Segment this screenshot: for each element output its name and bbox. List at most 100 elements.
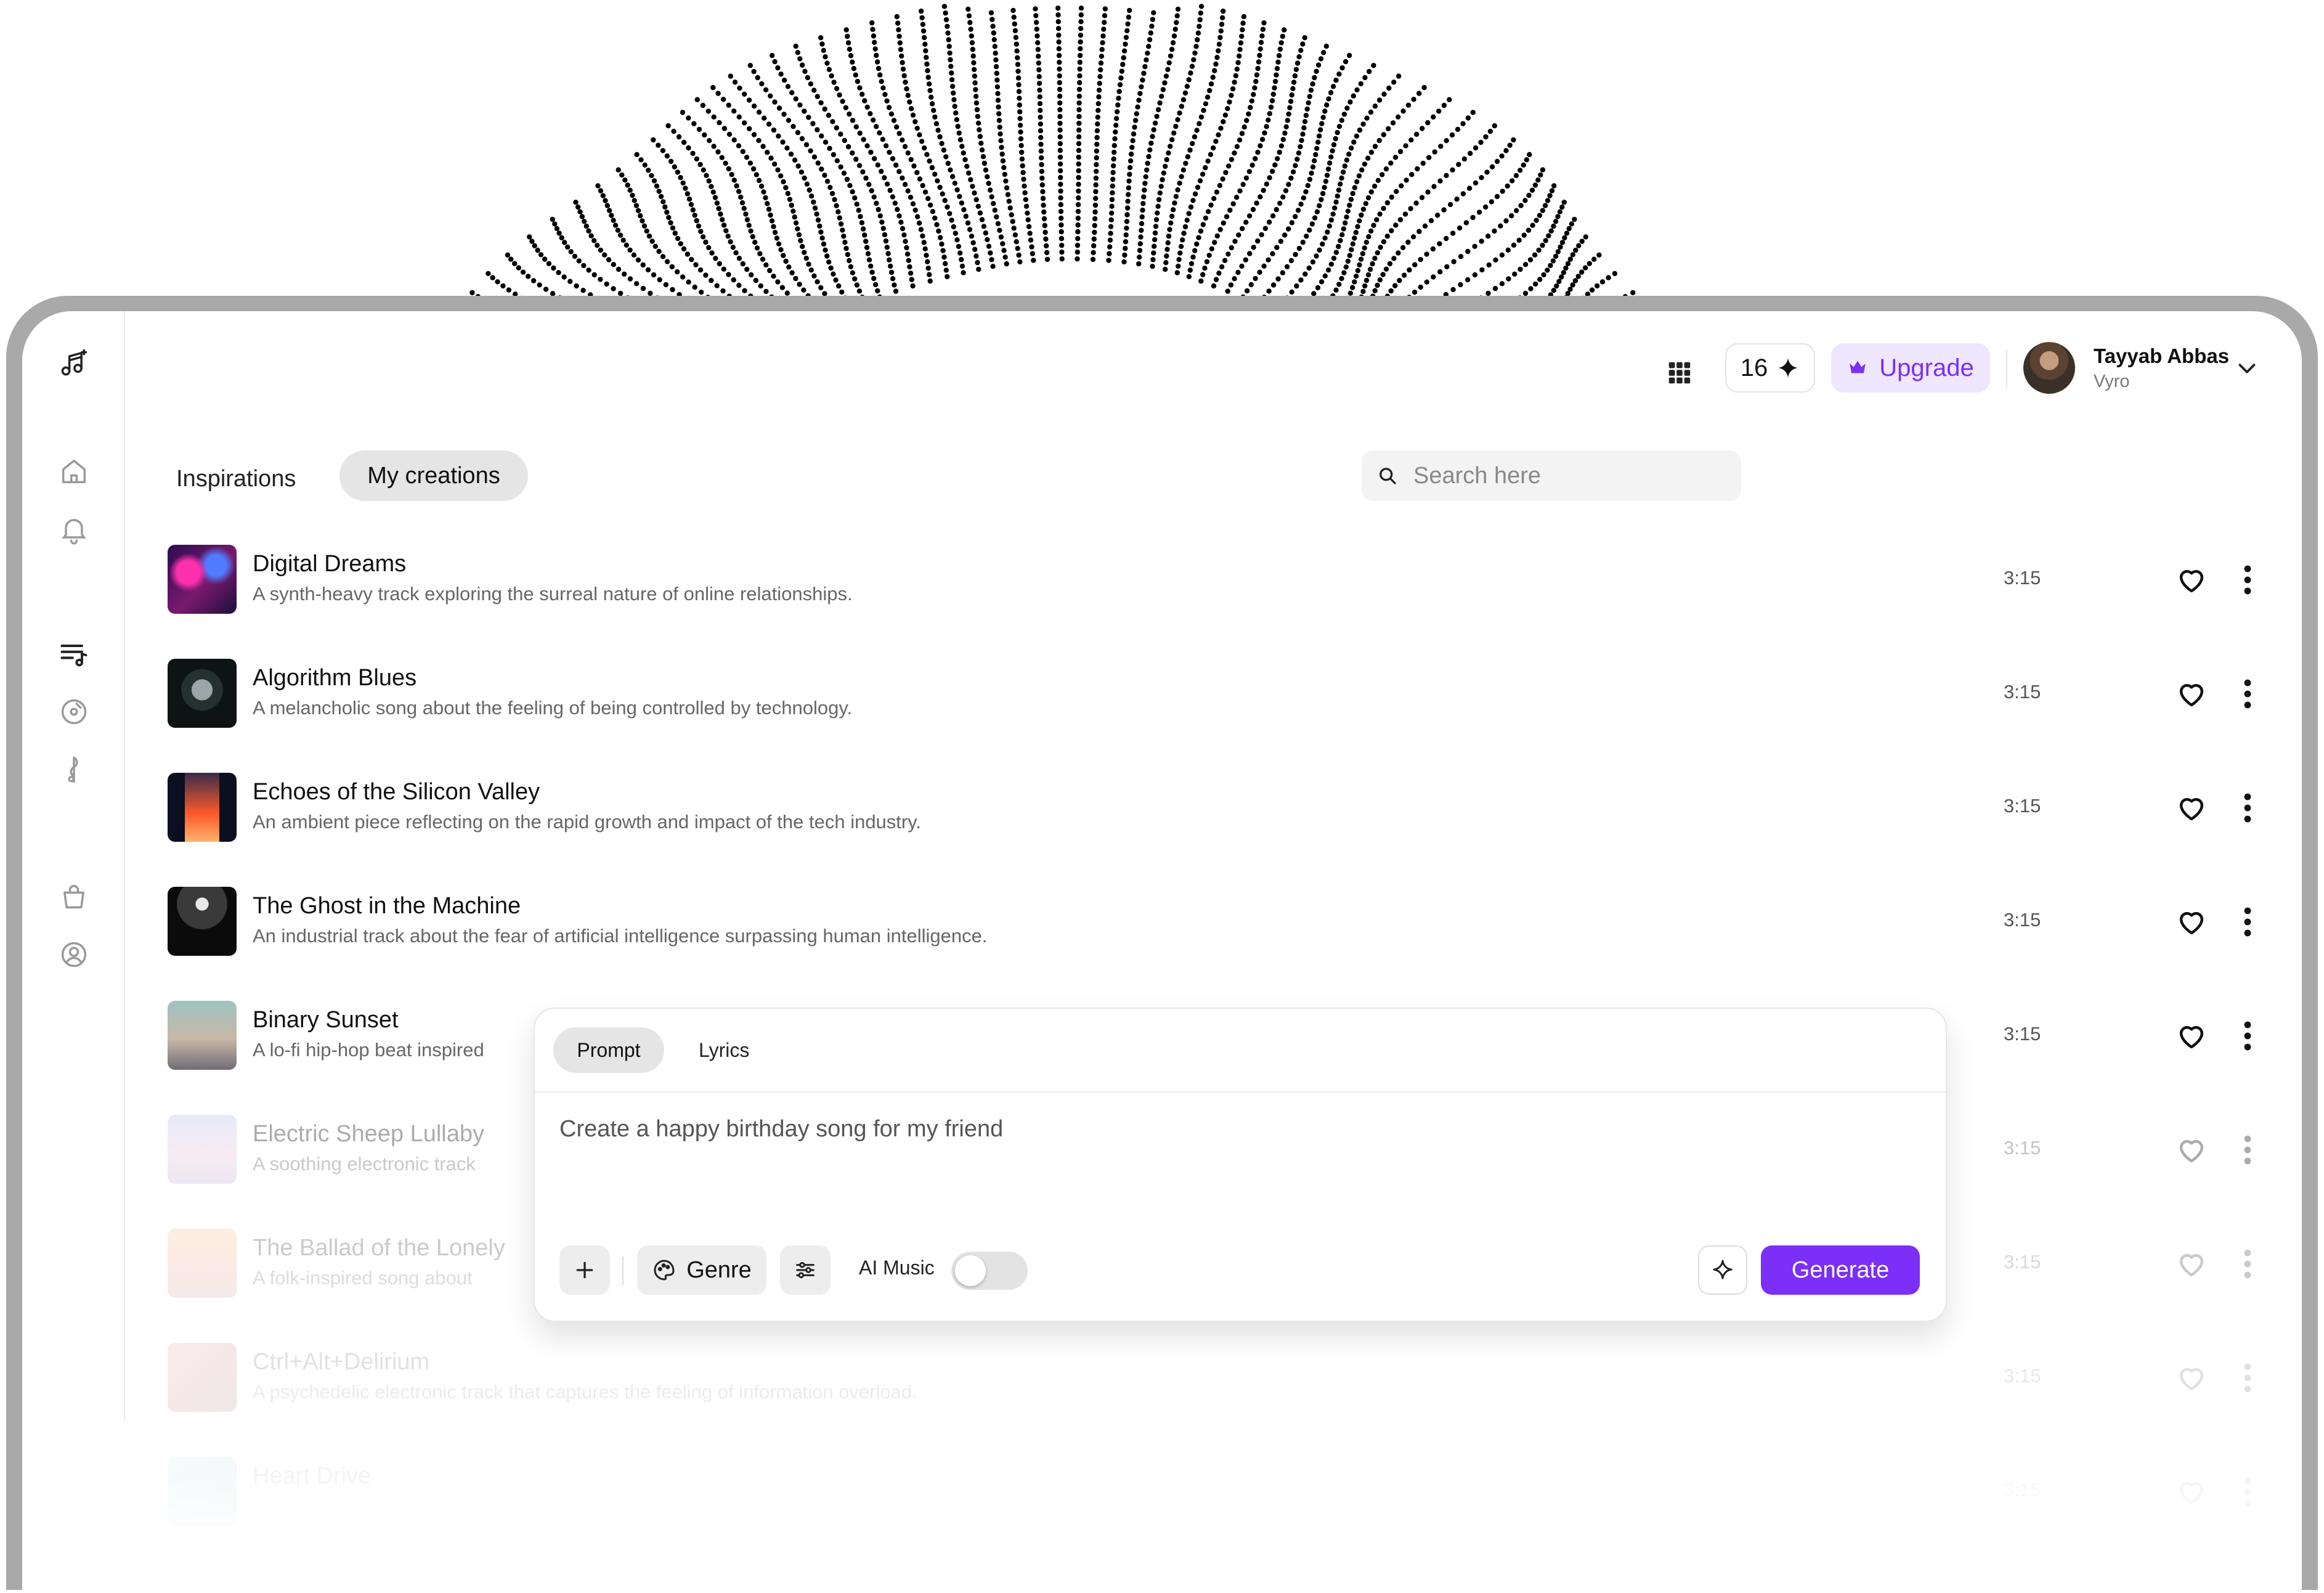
song-title: Binary Sunset <box>253 1007 399 1033</box>
apps-grid-icon[interactable] <box>1661 354 1698 391</box>
prompt-composer: Prompt Lyrics Create a happy birthday so… <box>534 1008 1947 1322</box>
heart-icon[interactable] <box>2175 791 2208 825</box>
header-divider <box>2006 349 2007 388</box>
song-duration: 3:15 <box>2004 909 2041 931</box>
song-description: A synth-heavy track exploring the surrea… <box>253 583 853 605</box>
more-vertical-icon[interactable] <box>2235 1247 2260 1281</box>
app-window: 16 Upgrade Tayyab Abbas Vyro Inspiration… <box>22 311 2302 1593</box>
chevron-down-icon[interactable] <box>2233 354 2261 383</box>
song-cover <box>168 773 237 842</box>
more-vertical-icon[interactable] <box>2235 563 2260 597</box>
search-input[interactable] <box>1412 462 1710 490</box>
tab-lyrics[interactable]: Lyrics <box>699 1027 749 1073</box>
heart-icon[interactable] <box>2175 1133 2208 1167</box>
song-cover <box>168 545 237 614</box>
sparkle-icon <box>1778 358 1798 378</box>
credits-value: 16 <box>1740 354 1768 381</box>
composer-divider <box>535 1091 1946 1093</box>
heart-icon[interactable] <box>2175 1247 2208 1281</box>
song-cover <box>168 1343 237 1412</box>
sidebar <box>22 311 125 1420</box>
song-description: A psychedelic electronic track that capt… <box>253 1381 917 1403</box>
song-description: A soothing electronic track <box>253 1153 476 1175</box>
heart-icon[interactable] <box>2175 1361 2208 1395</box>
credits-counter[interactable]: 16 <box>1725 343 1815 393</box>
tab-prompt[interactable]: Prompt <box>553 1027 664 1073</box>
heart-icon[interactable] <box>2175 563 2208 597</box>
heart-icon[interactable] <box>2175 1019 2208 1053</box>
song-duration: 3:15 <box>2004 795 2041 817</box>
song-title: The Ghost in the Machine <box>253 893 521 919</box>
more-vertical-icon[interactable] <box>2235 677 2260 711</box>
home-icon[interactable] <box>54 452 94 491</box>
bell-icon[interactable] <box>54 510 94 549</box>
song-title: Algorithm Blues <box>253 665 417 691</box>
search-icon <box>1379 468 1396 484</box>
song-description: A folk-inspired song about <box>253 1267 473 1289</box>
dotted-globe-illustration <box>469 4 1636 314</box>
song-title: Echoes of the Silicon Valley <box>253 779 540 805</box>
song-duration: 3:15 <box>2004 567 2041 589</box>
song-row[interactable]: The Ghost in the Machine An industrial tr… <box>168 884 2275 958</box>
more-vertical-icon[interactable] <box>2235 905 2260 939</box>
enhance-button[interactable] <box>1698 1245 1747 1295</box>
song-title: Ctrl+Alt+Delirium <box>253 1349 430 1375</box>
plus-icon <box>576 1261 593 1279</box>
heart-icon[interactable] <box>2175 677 2208 711</box>
crown-icon <box>1850 361 1866 373</box>
song-description: An ambient piece reflecting on the rapid… <box>253 811 922 833</box>
search-box <box>1362 450 1741 501</box>
song-duration: 3:15 <box>2004 1251 2041 1273</box>
heart-icon[interactable] <box>2175 905 2208 939</box>
more-vertical-icon[interactable] <box>2235 1361 2260 1395</box>
tab-inspirations[interactable]: Inspirations <box>176 454 296 503</box>
upgrade-label: Upgrade <box>1879 354 1974 381</box>
song-duration: 3:15 <box>2004 1137 2041 1159</box>
song-title: The Ballad of the Lonely <box>253 1235 505 1261</box>
song-cover <box>168 1115 237 1184</box>
genre-button[interactable]: Genre <box>637 1245 766 1295</box>
sparkle-outline-icon <box>1713 1260 1733 1279</box>
song-title: Electric Sheep Lullaby <box>253 1121 484 1147</box>
toggle-knob <box>955 1255 986 1286</box>
avatar[interactable] <box>2023 342 2075 394</box>
disc-icon[interactable] <box>54 692 94 731</box>
upgrade-button[interactable]: Upgrade <box>1831 343 1990 393</box>
song-duration: 3:15 <box>2004 1365 2041 1387</box>
song-title: Digital Dreams <box>253 551 407 577</box>
song-cover <box>168 1001 237 1070</box>
user-org: Vyro <box>2094 372 2130 391</box>
music-note-icon[interactable] <box>54 750 94 789</box>
settings-button[interactable] <box>780 1245 831 1295</box>
song-cover <box>168 659 237 728</box>
song-duration: 3:15 <box>2004 1023 2041 1045</box>
more-vertical-icon[interactable] <box>2235 1019 2260 1053</box>
generate-button[interactable]: Generate <box>1761 1245 1920 1295</box>
song-cover <box>168 887 237 956</box>
toolbar-divider <box>622 1257 624 1285</box>
song-description: An industrial track about the fear of ar… <box>253 925 988 947</box>
music-note-sparkle-icon[interactable] <box>54 343 94 383</box>
song-row[interactable]: Algorithm Blues A melancholic song about … <box>168 656 2275 730</box>
tab-my-creations[interactable]: My creations <box>339 450 528 501</box>
list-fade-overlay <box>22 1445 2302 1593</box>
song-row[interactable]: Echoes of the Silicon Valley An ambient p… <box>168 770 2275 844</box>
shopping-bag-icon[interactable] <box>54 877 94 916</box>
playlist-music-icon[interactable] <box>54 634 94 674</box>
song-description: A lo-fi hip-hop beat inspired <box>253 1039 484 1061</box>
more-vertical-icon[interactable] <box>2235 1133 2260 1167</box>
song-duration: 3:15 <box>2004 681 2041 703</box>
more-vertical-icon[interactable] <box>2235 791 2260 825</box>
prompt-input[interactable]: Create a happy birthday song for my frie… <box>559 1116 1003 1143</box>
song-row[interactable]: Ctrl+Alt+Delirium A psychedelic electroni… <box>168 1340 2275 1414</box>
genre-label: Genre <box>686 1257 752 1283</box>
user-name: Tayyab Abbas <box>2094 344 2230 367</box>
add-button[interactable] <box>559 1245 610 1295</box>
song-cover <box>168 1229 237 1298</box>
user-circle-icon[interactable] <box>54 935 94 974</box>
ai-music-label: AI Music <box>859 1257 935 1279</box>
ai-music-toggle[interactable] <box>951 1252 1028 1290</box>
palette-icon <box>654 1260 675 1281</box>
song-description: A melancholic song about the feeling of … <box>253 697 853 719</box>
song-row[interactable]: Digital Dreams A synth-heavy track explor… <box>168 542 2275 616</box>
